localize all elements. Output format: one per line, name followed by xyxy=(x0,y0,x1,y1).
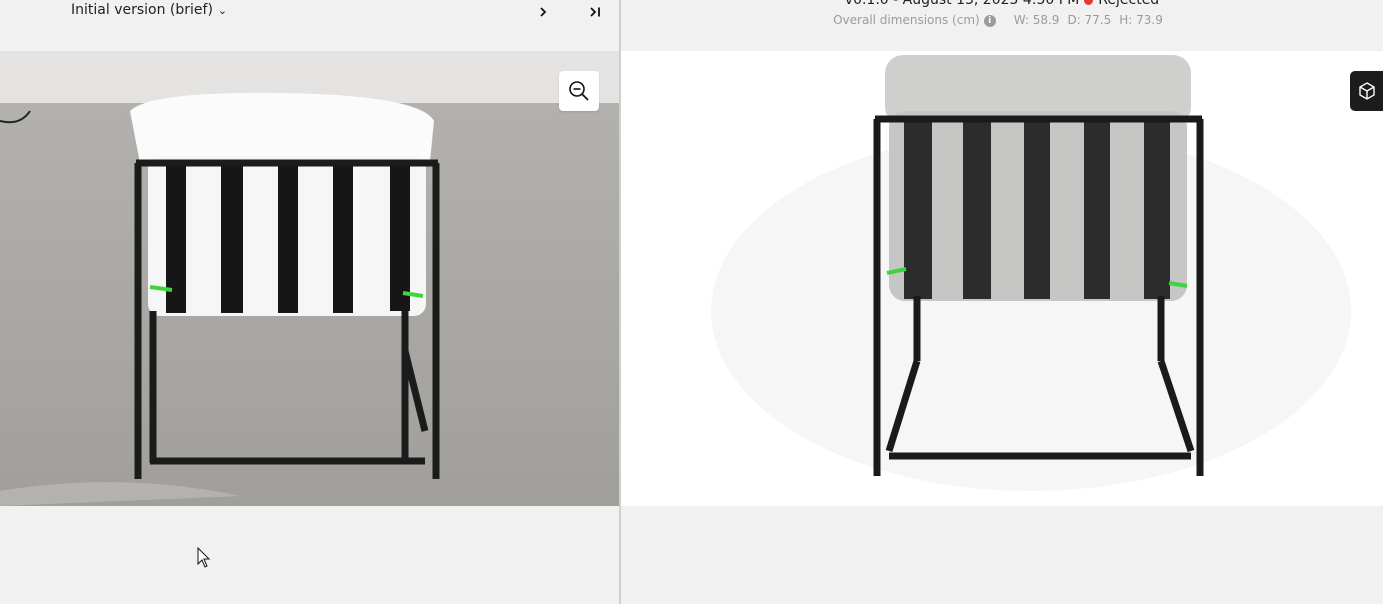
skip-to-end-icon xyxy=(590,7,600,17)
version-text: v0.1.0 - August 13, 2025 4:50 PM xyxy=(844,0,1080,8)
zoom-button[interactable] xyxy=(559,71,599,111)
reference-header: Initial version (brief) ⌄ xyxy=(0,0,619,51)
chevron-down-icon: ⌄ xyxy=(217,3,228,17)
version-dropdown-label: Initial version (brief) xyxy=(71,2,213,18)
dimensions-info: Overall dimensions (cm) i W: 58.9 D: 77.5 H:… xyxy=(621,13,1383,27)
dimensions-label: Overall dimensions (cm) xyxy=(833,13,980,27)
render-viewport[interactable] xyxy=(621,51,1383,506)
render-header: v0.1.0 - August 13, 2025 4:50 PM Rejected… xyxy=(621,0,1383,51)
zoom-out-icon xyxy=(569,81,589,101)
chair-photo xyxy=(0,51,619,506)
dimension-depth: D: 77.5 xyxy=(1067,13,1112,27)
chevron-right-icon xyxy=(540,7,547,17)
3d-view-button[interactable] xyxy=(1350,71,1383,111)
reference-photo xyxy=(0,51,619,506)
dimension-width: W: 58.9 xyxy=(1013,13,1060,27)
version-dropdown[interactable]: Initial version (brief) ⌄ xyxy=(71,2,227,18)
dimension-height: H: 73.9 xyxy=(1119,13,1163,27)
render-panel: v0.1.0 - August 13, 2025 4:50 PM Rejected… xyxy=(621,0,1383,604)
status-label: Rejected xyxy=(1098,0,1160,8)
info-icon[interactable]: i xyxy=(983,14,996,27)
chair-render xyxy=(711,55,1351,491)
next-button[interactable] xyxy=(532,1,554,23)
3d-cube-icon xyxy=(1358,82,1375,100)
status-dot-icon xyxy=(1084,0,1094,5)
reference-panel: Initial version (brief) ⌄ xyxy=(0,0,619,604)
last-button[interactable] xyxy=(584,1,606,23)
version-info: v0.1.0 - August 13, 2025 4:50 PM Rejected xyxy=(621,0,1383,8)
mouse-cursor-icon xyxy=(197,547,211,568)
